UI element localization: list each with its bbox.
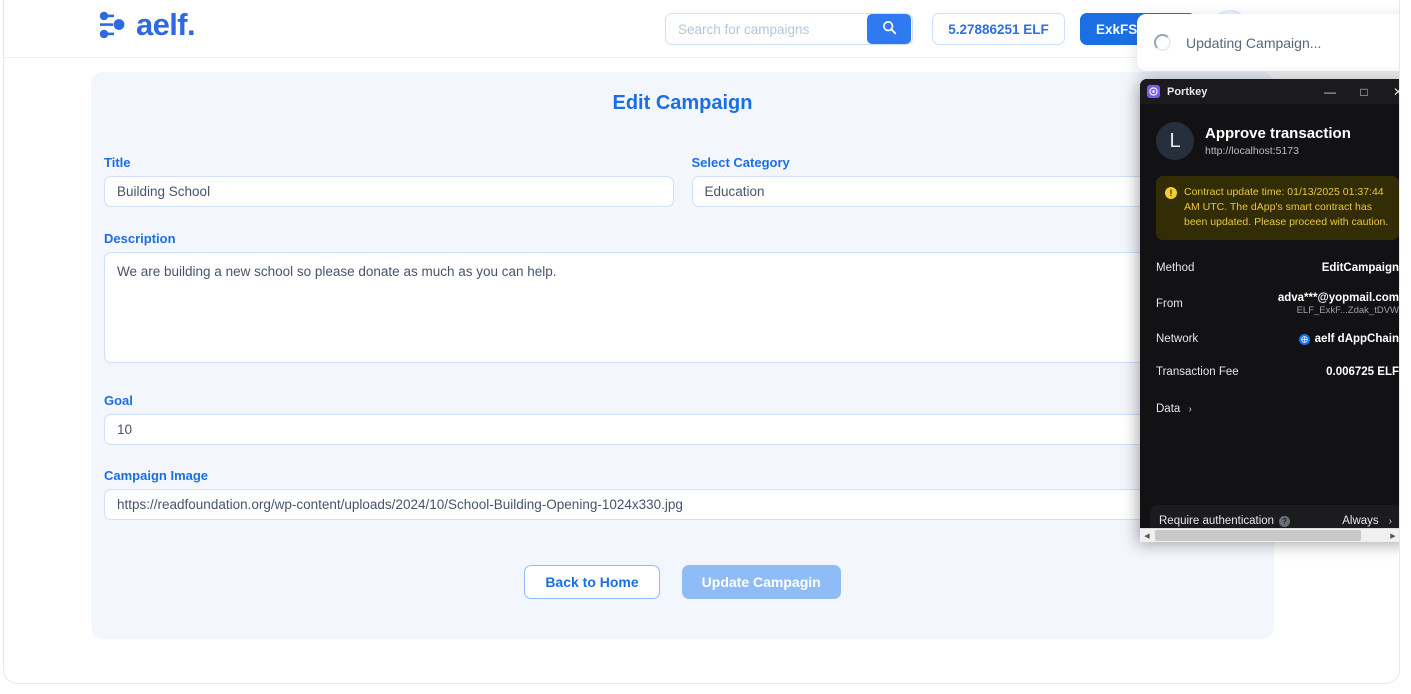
row-key: Transaction Fee [1156,366,1239,379]
aelf-chain-icon [1298,333,1310,345]
search-button[interactable] [867,14,911,44]
require-authentication-label: Require authentication [1159,515,1275,527]
warning-text: Contract update time: 01/13/2025 01:37:4… [1184,186,1389,228]
form-actions: Back to Home Update Campagin [91,565,1274,599]
row-value-address: ELF_ExkF...Zdak_tDVW [1296,304,1399,316]
scroll-right-arrow-icon[interactable]: ▶ [1386,529,1399,543]
search-bar[interactable] [665,13,913,45]
row-value: adva***@yopmail.com [1277,291,1399,304]
row-key: From [1156,297,1183,310]
title-category-row: Title Select Category [104,155,1261,207]
portkey-title-bar[interactable]: Portkey — □ ✕ [1140,79,1399,104]
update-campaign-button[interactable]: Update Campagin [681,565,841,599]
approve-header: L Approve transaction http://localhost:5… [1156,104,1399,160]
minimize-icon[interactable]: — [1313,79,1347,104]
scroll-left-arrow-icon[interactable]: ◀ [1140,529,1154,543]
chevron-right-icon: › [1188,403,1192,415]
dapp-url: http://localhost:5173 [1205,145,1299,158]
search-icon [882,20,897,38]
portkey-window-title: Portkey [1167,85,1208,98]
row-key: Data › [1156,402,1192,415]
chevron-right-icon: › [1388,515,1392,527]
title-label: Title [104,155,131,170]
page-title: Edit Campaign [612,92,753,114]
goal-label: Goal [104,393,133,408]
aelf-logo-icon [96,11,130,39]
title-input[interactable] [104,176,674,207]
account-avatar: L [1156,122,1194,160]
search-input[interactable] [666,14,867,44]
warning-exclamation-icon: ! [1165,187,1177,199]
close-icon[interactable]: ✕ [1381,79,1399,104]
transaction-details: Method EditCampaign From adva***@yopmail… [1156,252,1399,422]
description-textarea[interactable]: We are building a new school so please d… [104,252,1261,363]
brand-logo-link[interactable]: aelf. [96,7,196,42]
browser-window: aelf. 5.27886251 ELF ExkFS. [3,0,1400,684]
wallet-balance-button[interactable]: 5.27886251 ELF [932,13,1065,45]
row-key: Network [1156,333,1199,346]
back-to-home-button[interactable]: Back to Home [524,565,660,599]
approve-title: Approve transaction [1205,124,1351,142]
campaign-image-input[interactable] [104,489,1261,520]
description-label: Description [104,231,176,246]
description-field-group: Description We are building a new school… [104,231,1261,368]
require-authentication-value[interactable]: Always › [1342,515,1392,527]
horizontal-scrollbar[interactable]: ◀ ▶ [1140,528,1399,543]
portkey-body: L Approve transaction http://localhost:5… [1140,104,1399,543]
detail-row-method: Method EditCampaign [1156,252,1399,285]
toast-notification: Updating Campaign... [1137,14,1399,71]
window-controls: — □ ✕ [1313,79,1399,104]
row-value: EditCampaign [1321,262,1399,275]
campaign-image-label: Campaign Image [104,468,209,483]
detail-row-from: From adva***@yopmail.com ELF_ExkF...Zdak… [1156,285,1399,323]
portkey-logo-icon [1147,85,1160,98]
brand-wordmark: aelf. [136,7,196,42]
maximize-icon[interactable]: □ [1347,79,1381,104]
detail-row-data[interactable]: Data › [1156,389,1399,422]
goal-input[interactable] [104,414,1261,445]
loading-spinner-icon [1154,34,1171,51]
row-value: aelf dAppChain [1314,333,1399,346]
horizontal-scrollbar-thumb[interactable] [1155,530,1361,541]
edit-campaign-card: Edit Campaign Title Select Category Desc… [91,72,1274,639]
portkey-extension-window: Portkey — □ ✕ L Approve transaction http… [1140,79,1399,543]
title-field-group: Title [104,155,674,207]
row-value: 0.006725 ELF [1326,366,1399,379]
help-question-icon[interactable]: ? [1279,515,1291,527]
toast-message: Updating Campaign... [1186,34,1322,51]
row-key: Method [1156,262,1195,275]
detail-row-network: Network aelf dAppChain [1156,323,1399,356]
contract-update-warning: ! Contract update time: 01/13/2025 01:37… [1156,176,1399,240]
image-field-group: Campaign Image [104,468,1261,520]
goal-field-group: Goal [104,393,1261,445]
require-authentication-row[interactable]: Require authentication ? Always › [1159,515,1392,527]
detail-row-transaction-fee: Transaction Fee 0.006725 ELF [1156,356,1399,389]
